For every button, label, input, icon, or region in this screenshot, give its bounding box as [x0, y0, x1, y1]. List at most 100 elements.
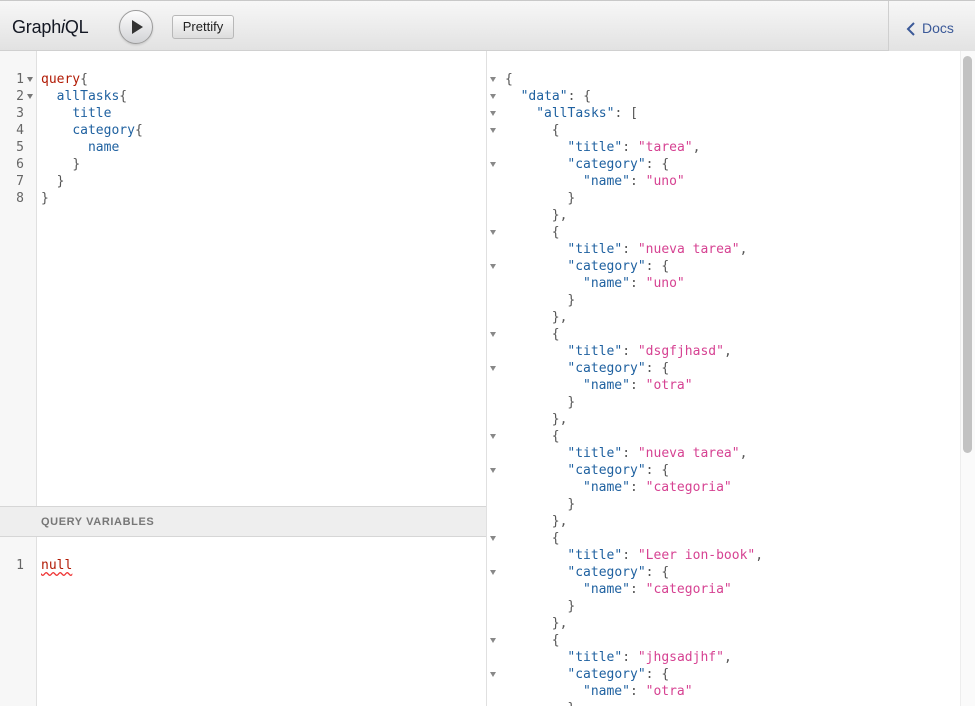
result-line: "name": "uno" [583, 276, 685, 291]
category-name-value: "uno" [645, 174, 685, 189]
task-title-value: "Leer ion-book" [637, 548, 756, 563]
code-line: title [41, 105, 111, 122]
result-line: { [551, 531, 560, 546]
field-category: category [72, 123, 135, 138]
result-line: } [567, 395, 576, 410]
result-viewer: { "data": { "allTasks": [ { "title": "tarea"… [487, 51, 960, 706]
result-line: "title": "nueva tarea", [567, 242, 748, 257]
category-name-value: "categoria" [645, 480, 732, 495]
task-title-value: "jhgsadjhf" [637, 650, 724, 665]
fold-marker-icon[interactable] [490, 230, 496, 235]
fold-marker-icon[interactable] [490, 536, 496, 541]
fold-marker-icon[interactable] [27, 77, 33, 82]
result-line: "category": { [567, 565, 670, 580]
line-number: 1 [16, 558, 24, 573]
variables-editor[interactable]: 1 null [0, 537, 486, 706]
code-line: name [41, 139, 119, 156]
fold-marker-icon[interactable] [490, 434, 496, 439]
code-line: category{ [72, 123, 143, 138]
fold-marker-icon[interactable] [490, 111, 496, 116]
query-variables-header[interactable]: QUERY VARIABLES [0, 506, 486, 537]
result-line: } [567, 497, 576, 512]
result-line: "allTasks": [ [536, 106, 638, 121]
code-line: } [41, 191, 49, 206]
fold-marker-icon[interactable] [490, 570, 496, 575]
line-number: 1 [16, 72, 24, 87]
result-line: }, [551, 412, 568, 427]
category-key: "category" [567, 361, 646, 376]
category-name-value: "categoria" [645, 582, 732, 597]
title-key: "title" [567, 140, 623, 155]
line-number: 8 [16, 191, 24, 206]
code-line: } [72, 157, 81, 172]
fold-marker-icon[interactable] [490, 264, 496, 269]
category-key: "category" [567, 157, 646, 172]
fold-marker-icon[interactable] [490, 366, 496, 371]
category-key: "category" [567, 565, 646, 580]
fold-marker-icon[interactable] [490, 332, 496, 337]
task-title-value: "tarea" [637, 140, 693, 155]
prettify-button[interactable]: Prettify [172, 15, 234, 39]
result-gutter [487, 51, 501, 706]
result-line: "data": { [520, 89, 592, 104]
fold-marker-icon[interactable] [27, 94, 33, 99]
result-line: "title": "nueva tarea", [567, 446, 748, 461]
line-number: 6 [16, 157, 24, 172]
result-line: "name": "categoria" [583, 582, 732, 597]
result-line: { [551, 429, 560, 444]
task-title-value: "nueva tarea" [637, 446, 740, 461]
code-line: query{ [41, 72, 88, 87]
name-key: "name" [583, 582, 630, 597]
query-editor[interactable]: 1 2 3 4 5 6 7 8 query{ allTasks{ title category… [0, 51, 486, 506]
fold-marker-icon[interactable] [490, 672, 496, 677]
result-line: "category": { [567, 463, 670, 478]
play-icon [132, 20, 143, 34]
fold-marker-icon[interactable] [490, 468, 496, 473]
result-line: "name": "otra" [583, 378, 693, 393]
result-line: "name": "otra" [583, 684, 693, 699]
task-title-value: "nueva tarea" [637, 242, 740, 257]
category-key: "category" [567, 667, 646, 682]
name-key: "name" [583, 378, 630, 393]
result-line: { [551, 327, 560, 342]
fold-marker-icon[interactable] [490, 77, 496, 82]
title-key: "title" [567, 242, 623, 257]
fold-marker-icon[interactable] [490, 162, 496, 167]
category-key: "category" [567, 259, 646, 274]
result-line: }, [551, 310, 568, 325]
title-key: "title" [567, 344, 623, 359]
result-line: "title": "tarea", [567, 140, 701, 155]
result-line: "title": "Leer ion-book", [567, 548, 764, 563]
fold-marker-icon[interactable] [490, 128, 496, 133]
title-key: "title" [567, 446, 623, 461]
result-line: } [567, 700, 575, 706]
result-line: } [567, 191, 576, 206]
name-key: "name" [583, 684, 630, 699]
name-key: "name" [583, 276, 630, 291]
category-name-value: "otra" [645, 684, 693, 699]
title-key: "title" [567, 548, 623, 563]
chevron-left-icon [906, 22, 915, 36]
result-scrollbar-thumb[interactable] [963, 56, 972, 453]
result-line: "name": "uno" [583, 174, 685, 189]
execute-query-button[interactable] [119, 10, 153, 44]
field-title: title [72, 106, 112, 121]
code-line: null [41, 557, 72, 574]
fold-marker-icon[interactable] [490, 94, 496, 99]
result-line: }, [551, 514, 568, 529]
name-key: "name" [583, 174, 630, 189]
result-line: "category": { [567, 667, 670, 682]
alltasks-key: "allTasks" [536, 106, 615, 121]
line-number: 5 [16, 140, 24, 155]
docs-button[interactable]: Docs [888, 1, 975, 52]
fold-marker-icon[interactable] [490, 638, 496, 643]
docs-label: Docs [922, 20, 954, 36]
name-key: "name" [583, 480, 630, 495]
result-line: "category": { [567, 157, 670, 172]
variables-value: null [41, 558, 73, 573]
title-key: "title" [567, 650, 623, 665]
result-line: "category": { [567, 361, 670, 376]
line-number: 3 [16, 106, 24, 121]
app-title: GraphiQL [12, 17, 89, 37]
result-line: { [505, 72, 513, 87]
